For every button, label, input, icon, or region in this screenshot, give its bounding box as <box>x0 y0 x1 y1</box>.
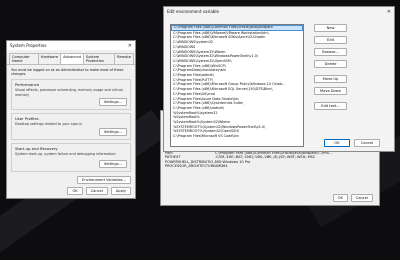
variable-value: AMD64 <box>215 164 228 169</box>
edit-dialog-titlebar: Edit environment variable ✕ <box>164 7 394 16</box>
close-icon[interactable]: ✕ <box>387 9 391 15</box>
move-down-button[interactable]: Move Down <box>314 87 347 95</box>
user-profiles-group: User Profiles Desktop settings related t… <box>11 113 131 140</box>
tab-bar: Computer Name Hardware Advanced System P… <box>7 52 135 65</box>
cancel-button[interactable]: Cancel <box>354 139 380 147</box>
new-button[interactable]: New <box>314 24 347 32</box>
list-item[interactable]: C:\Program Files\Microsoft VS Code\bin <box>171 134 303 139</box>
ok-button[interactable]: OK <box>324 139 350 147</box>
move-up-button[interactable]: Move Up <box>314 75 347 83</box>
edit-environment-variable-dialog: Edit environment variable ✕ C:\Program F… <box>163 6 395 152</box>
edit-text-button[interactable]: Edit text... <box>314 102 347 110</box>
ok-button[interactable]: OK <box>67 187 83 195</box>
system-variables-table: Path C:\Program Files (x86)\Common Files… <box>165 151 345 169</box>
cancel-button[interactable]: Cancel <box>85 187 108 195</box>
window-title: Edit environment variable <box>167 9 219 14</box>
startup-recovery-group: Start-up and Recovery System start-up, s… <box>11 143 131 172</box>
group-description: Visual effects, processor scheduling, me… <box>15 88 123 97</box>
group-title: Start-up and Recovery <box>15 146 58 151</box>
browse-button[interactable]: Browse... <box>314 48 347 56</box>
system-properties-titlebar: System Properties ✕ <box>7 41 135 50</box>
admin-note: You must be logged on as an Administrato… <box>11 68 124 76</box>
delete-button[interactable]: Delete <box>314 60 347 68</box>
cancel-button[interactable]: Cancel <box>350 194 373 202</box>
action-buttons: New Edit Browse... Delete Move Up Move D… <box>314 24 347 114</box>
group-description: Desktop settings related to your sign-in <box>15 122 83 126</box>
apply-button[interactable]: Apply <box>110 187 131 195</box>
close-icon[interactable]: ✕ <box>128 43 132 49</box>
performance-group: Performance Visual effects, processor sc… <box>11 79 131 110</box>
group-description: System start-up, system failure and debu… <box>15 152 116 156</box>
group-title: Performance <box>15 82 40 87</box>
performance-settings-button[interactable]: Settings... <box>98 98 127 106</box>
system-properties-window: System Properties ✕ Computer Name Hardwa… <box>6 40 136 199</box>
edit-button[interactable]: Edit <box>314 36 347 44</box>
tab-computer-name[interactable]: Computer Name <box>9 53 39 64</box>
startup-settings-button[interactable]: Settings... <box>98 160 127 168</box>
group-title: User Profiles <box>15 116 39 121</box>
tab-advanced[interactable]: Advanced <box>60 53 84 64</box>
ok-button[interactable]: OK <box>332 194 348 202</box>
window-title: System Properties <box>10 43 47 48</box>
user-profiles-settings-button[interactable]: Settings... <box>98 128 127 136</box>
tab-remote[interactable]: Remote <box>114 53 134 64</box>
variable-name: PROCESSOR_ARCHITECTURE <box>165 164 216 169</box>
path-entries-list[interactable]: C:\Program Files (x86)\Common Files\Orac… <box>170 24 304 147</box>
tab-hardware[interactable]: Hardware <box>37 53 62 64</box>
tab-system-protection[interactable]: System Protection <box>82 53 116 64</box>
table-row[interactable]: PROCESSOR_ARCHITECTURE AMD64 <box>165 164 345 168</box>
environment-variables-button[interactable]: Environment Variables... <box>77 176 131 184</box>
